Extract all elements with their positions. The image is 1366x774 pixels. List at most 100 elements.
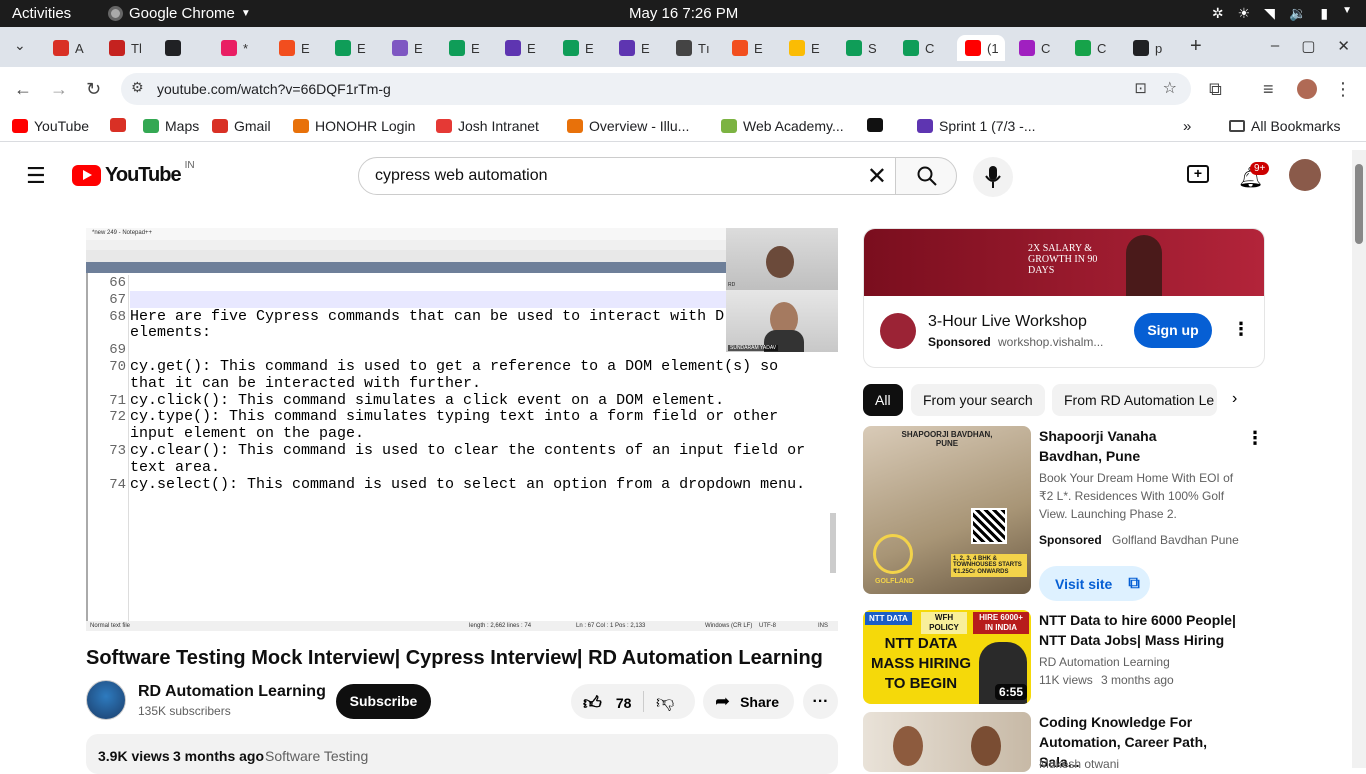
browser-tab[interactable]: E [555, 35, 611, 61]
visit-site-button[interactable]: Visit site ⧉ [1039, 566, 1150, 601]
reload-icon[interactable]: ↻ [86, 79, 101, 100]
rec-1-title[interactable]: NTT Data to hire 6000 People| NTT Data J… [1039, 610, 1239, 650]
maximize-icon[interactable]: ▢ [1301, 37, 1315, 55]
all-bookmarks-folder[interactable]: All Bookmarks [1229, 118, 1340, 134]
clock[interactable]: May 16 7:26 PM [629, 5, 738, 22]
bookmark-favicon-icon [110, 118, 126, 132]
bookmark-item[interactable]: Web Academy... [721, 118, 844, 134]
install-app-icon[interactable]: ⊡ [1134, 79, 1147, 97]
new-tab-button[interactable]: + [1190, 35, 1202, 58]
voice-search-button[interactable] [973, 157, 1013, 197]
chip-from-channel[interactable]: From RD Automation Le [1052, 384, 1217, 416]
browser-tab[interactable]: E [724, 35, 780, 61]
clear-search-icon[interactable]: ✕ [867, 162, 887, 191]
browser-tab[interactable]: E [384, 35, 440, 61]
dislike-button[interactable]: 👎︎ [656, 691, 674, 713]
more-actions-button[interactable]: ··· [803, 684, 838, 719]
system-tray[interactable]: ✲ ☀ ◥ 🔉 ▮ ▼ [1212, 5, 1352, 22]
url-text[interactable]: youtube.com/watch?v=66DQF1rTm-g [157, 81, 391, 97]
chip-from-your-search[interactable]: From your search [911, 384, 1045, 416]
extensions-icon[interactable]: ⧉ [1209, 79, 1222, 100]
youtube-logo[interactable]: YouTube IN [72, 160, 195, 187]
bookmark-item[interactable]: Gmail [212, 118, 271, 134]
window-controls: – ▢ ✕ [1271, 37, 1350, 55]
browser-tab[interactable]: E [781, 35, 837, 61]
close-window-icon[interactable]: ✕ [1337, 37, 1350, 55]
description-box[interactable]: 3.9K views 3 months ago Software Testing [86, 734, 838, 774]
search-query[interactable]: cypress web automation [375, 167, 548, 185]
media-control-icon[interactable]: ≡ [1263, 79, 1274, 100]
ad-card[interactable]: 2X SALARY & GROWTH IN 90 DAYS 3-Hour Liv… [863, 228, 1265, 368]
site-info-icon[interactable]: ⚙ [131, 79, 144, 96]
account-avatar[interactable] [1289, 159, 1321, 191]
rec-0-title[interactable]: Shapoorji Vanaha Bavdhan, Pune [1039, 426, 1219, 466]
line-number [86, 376, 126, 393]
more-bookmarks-icon[interactable]: » [1183, 118, 1191, 135]
ad-menu-icon[interactable]: ⋮ [1232, 319, 1250, 340]
subscribe-button[interactable]: Subscribe [336, 684, 431, 719]
rec-2-thumbnail[interactable] [863, 712, 1031, 772]
browser-tab[interactable]: E [441, 35, 497, 61]
forward-icon[interactable]: → [50, 79, 68, 100]
tab-search-icon[interactable]: ⌄ [14, 37, 26, 54]
browser-tab[interactable]: E [271, 35, 327, 61]
minimize-icon[interactable]: – [1271, 37, 1279, 55]
address-bar[interactable]: ⚙ youtube.com/watch?v=66DQF1rTm-g ⊡ ☆ [121, 73, 1191, 105]
sponsored-thumbnail[interactable]: SHAPOORJI BAVDHAN, PUNE 1, 2, 3, 4 BHK &… [863, 426, 1031, 594]
ad-signup-button[interactable]: Sign up [1134, 313, 1212, 348]
browser-tab[interactable]: E [611, 35, 667, 61]
browser-tab[interactable]: C [1011, 35, 1067, 61]
bookmark-item[interactable]: YouTube [12, 118, 89, 134]
rec-2-channel[interactable]: Mukesh otwani [1039, 755, 1119, 773]
youtube-play-icon [72, 165, 101, 186]
browser-tab[interactable]: S [838, 35, 894, 61]
browser-tab[interactable]: Tl [101, 35, 157, 61]
bookmark-item[interactable] [867, 118, 889, 132]
tab-title: C [1097, 40, 1107, 56]
share-button[interactable]: ➦ Share [703, 684, 794, 719]
browser-tab[interactable]: (1✕ [957, 35, 1005, 61]
browser-tab[interactable]: E [327, 35, 383, 61]
channel-avatar[interactable] [86, 680, 126, 720]
back-icon[interactable]: ← [14, 79, 32, 100]
app-menu[interactable]: Google Chrome ▼ [108, 5, 251, 22]
browser-tab[interactable]: * [213, 35, 269, 61]
bookmark-item[interactable] [110, 118, 132, 132]
bookmark-item[interactable]: HONOHR Login [293, 118, 415, 134]
bookmark-item[interactable]: Overview - Illu... [567, 118, 689, 134]
rec-1-thumbnail[interactable]: NTT DATA WFH POLICY HIRE 6000+ IN INDIA … [863, 610, 1031, 704]
bookmark-item[interactable]: Sprint 1 (7/3 -... [917, 118, 1035, 134]
bookmark-item[interactable]: Maps [143, 118, 199, 134]
guide-menu-icon[interactable]: ☰ [26, 163, 46, 189]
bookmark-star-icon[interactable]: ☆ [1163, 78, 1177, 98]
browser-tab[interactable] [157, 35, 213, 61]
tab-title: E [471, 40, 480, 56]
activities-button[interactable]: Activities [12, 5, 71, 22]
ad-banner[interactable]: 2X SALARY & GROWTH IN 90 DAYS [864, 229, 1264, 296]
browser-tab[interactable]: E [497, 35, 553, 61]
browser-tab[interactable]: C [1067, 35, 1123, 61]
like-button[interactable]: 👍︎ 78 [583, 692, 631, 714]
bookmark-item[interactable]: Josh Intranet [436, 118, 539, 134]
rec-0-menu-icon[interactable]: ⋮ [1246, 428, 1264, 449]
browser-tab[interactable]: p [1125, 35, 1181, 61]
chrome-menu-icon[interactable]: ⋮ [1334, 79, 1352, 100]
profile-avatar[interactable] [1297, 79, 1317, 99]
chip-all[interactable]: All [863, 384, 903, 416]
volume-icon: 🔉 [1288, 5, 1307, 21]
search-button[interactable] [895, 157, 957, 195]
video-player[interactable]: *new 249 - Notepad++ 66 67 68 69 70 71 72 73 74 … [86, 228, 838, 631]
tab-favicon-icon [732, 40, 748, 56]
category-link[interactable]: Software Testing [265, 748, 368, 764]
create-video-icon[interactable]: + [1187, 165, 1209, 183]
page-scrollbar[interactable] [1352, 150, 1366, 768]
browser-tab[interactable]: Tı [668, 35, 724, 61]
search-input[interactable]: cypress web automation ✕ [358, 157, 896, 195]
channel-name[interactable]: RD Automation Learning [138, 683, 326, 701]
scrollbar-thumb[interactable] [1355, 164, 1363, 244]
rec-1-channel[interactable]: RD Automation Learning [1039, 653, 1170, 671]
upload-age: 3 months ago [173, 748, 265, 764]
browser-tab[interactable]: C [895, 35, 951, 61]
browser-tab[interactable]: A [45, 35, 101, 61]
chips-next-icon[interactable]: › [1232, 390, 1237, 408]
